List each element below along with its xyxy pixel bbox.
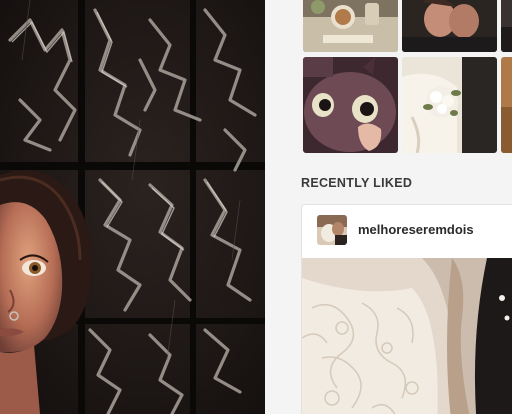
avatar[interactable] bbox=[317, 215, 347, 245]
post-header[interactable]: melhoreseremdois bbox=[302, 205, 512, 257]
recently-liked-post-card[interactable]: melhoreseremdois bbox=[301, 204, 512, 414]
post-username[interactable]: melhoreseremdois bbox=[358, 222, 474, 237]
thumbnail-partial-1[interactable] bbox=[501, 0, 512, 52]
monster-character-photo-icon bbox=[303, 57, 398, 153]
couple-kiss-photo-icon bbox=[402, 0, 497, 52]
portrait-artwork-image bbox=[0, 0, 265, 414]
partial-photo-icon bbox=[501, 0, 512, 52]
thumbnail-cozy-drinks[interactable] bbox=[303, 0, 398, 52]
thumbnail-partial-2[interactable] bbox=[501, 57, 512, 153]
thumbnail-monster-character[interactable] bbox=[303, 57, 398, 153]
cozy-drinks-photo-icon bbox=[303, 0, 398, 52]
thumbnail-bride-bouquet[interactable] bbox=[402, 57, 497, 153]
couple-avatar-photo-icon bbox=[317, 215, 347, 245]
recently-liked-heading: RECENTLY LIKED bbox=[301, 176, 413, 190]
lace-wedding-dress-photo-icon bbox=[302, 258, 512, 414]
artwork-panel[interactable] bbox=[0, 0, 265, 414]
partial-photo-icon bbox=[501, 57, 512, 153]
thumbnail-couple-kiss[interactable] bbox=[402, 0, 497, 52]
sidebar-column: RECENTLY LIKED melhoreseremdois bbox=[265, 0, 512, 414]
post-image[interactable] bbox=[302, 258, 512, 414]
bride-bouquet-photo-icon bbox=[402, 57, 497, 153]
